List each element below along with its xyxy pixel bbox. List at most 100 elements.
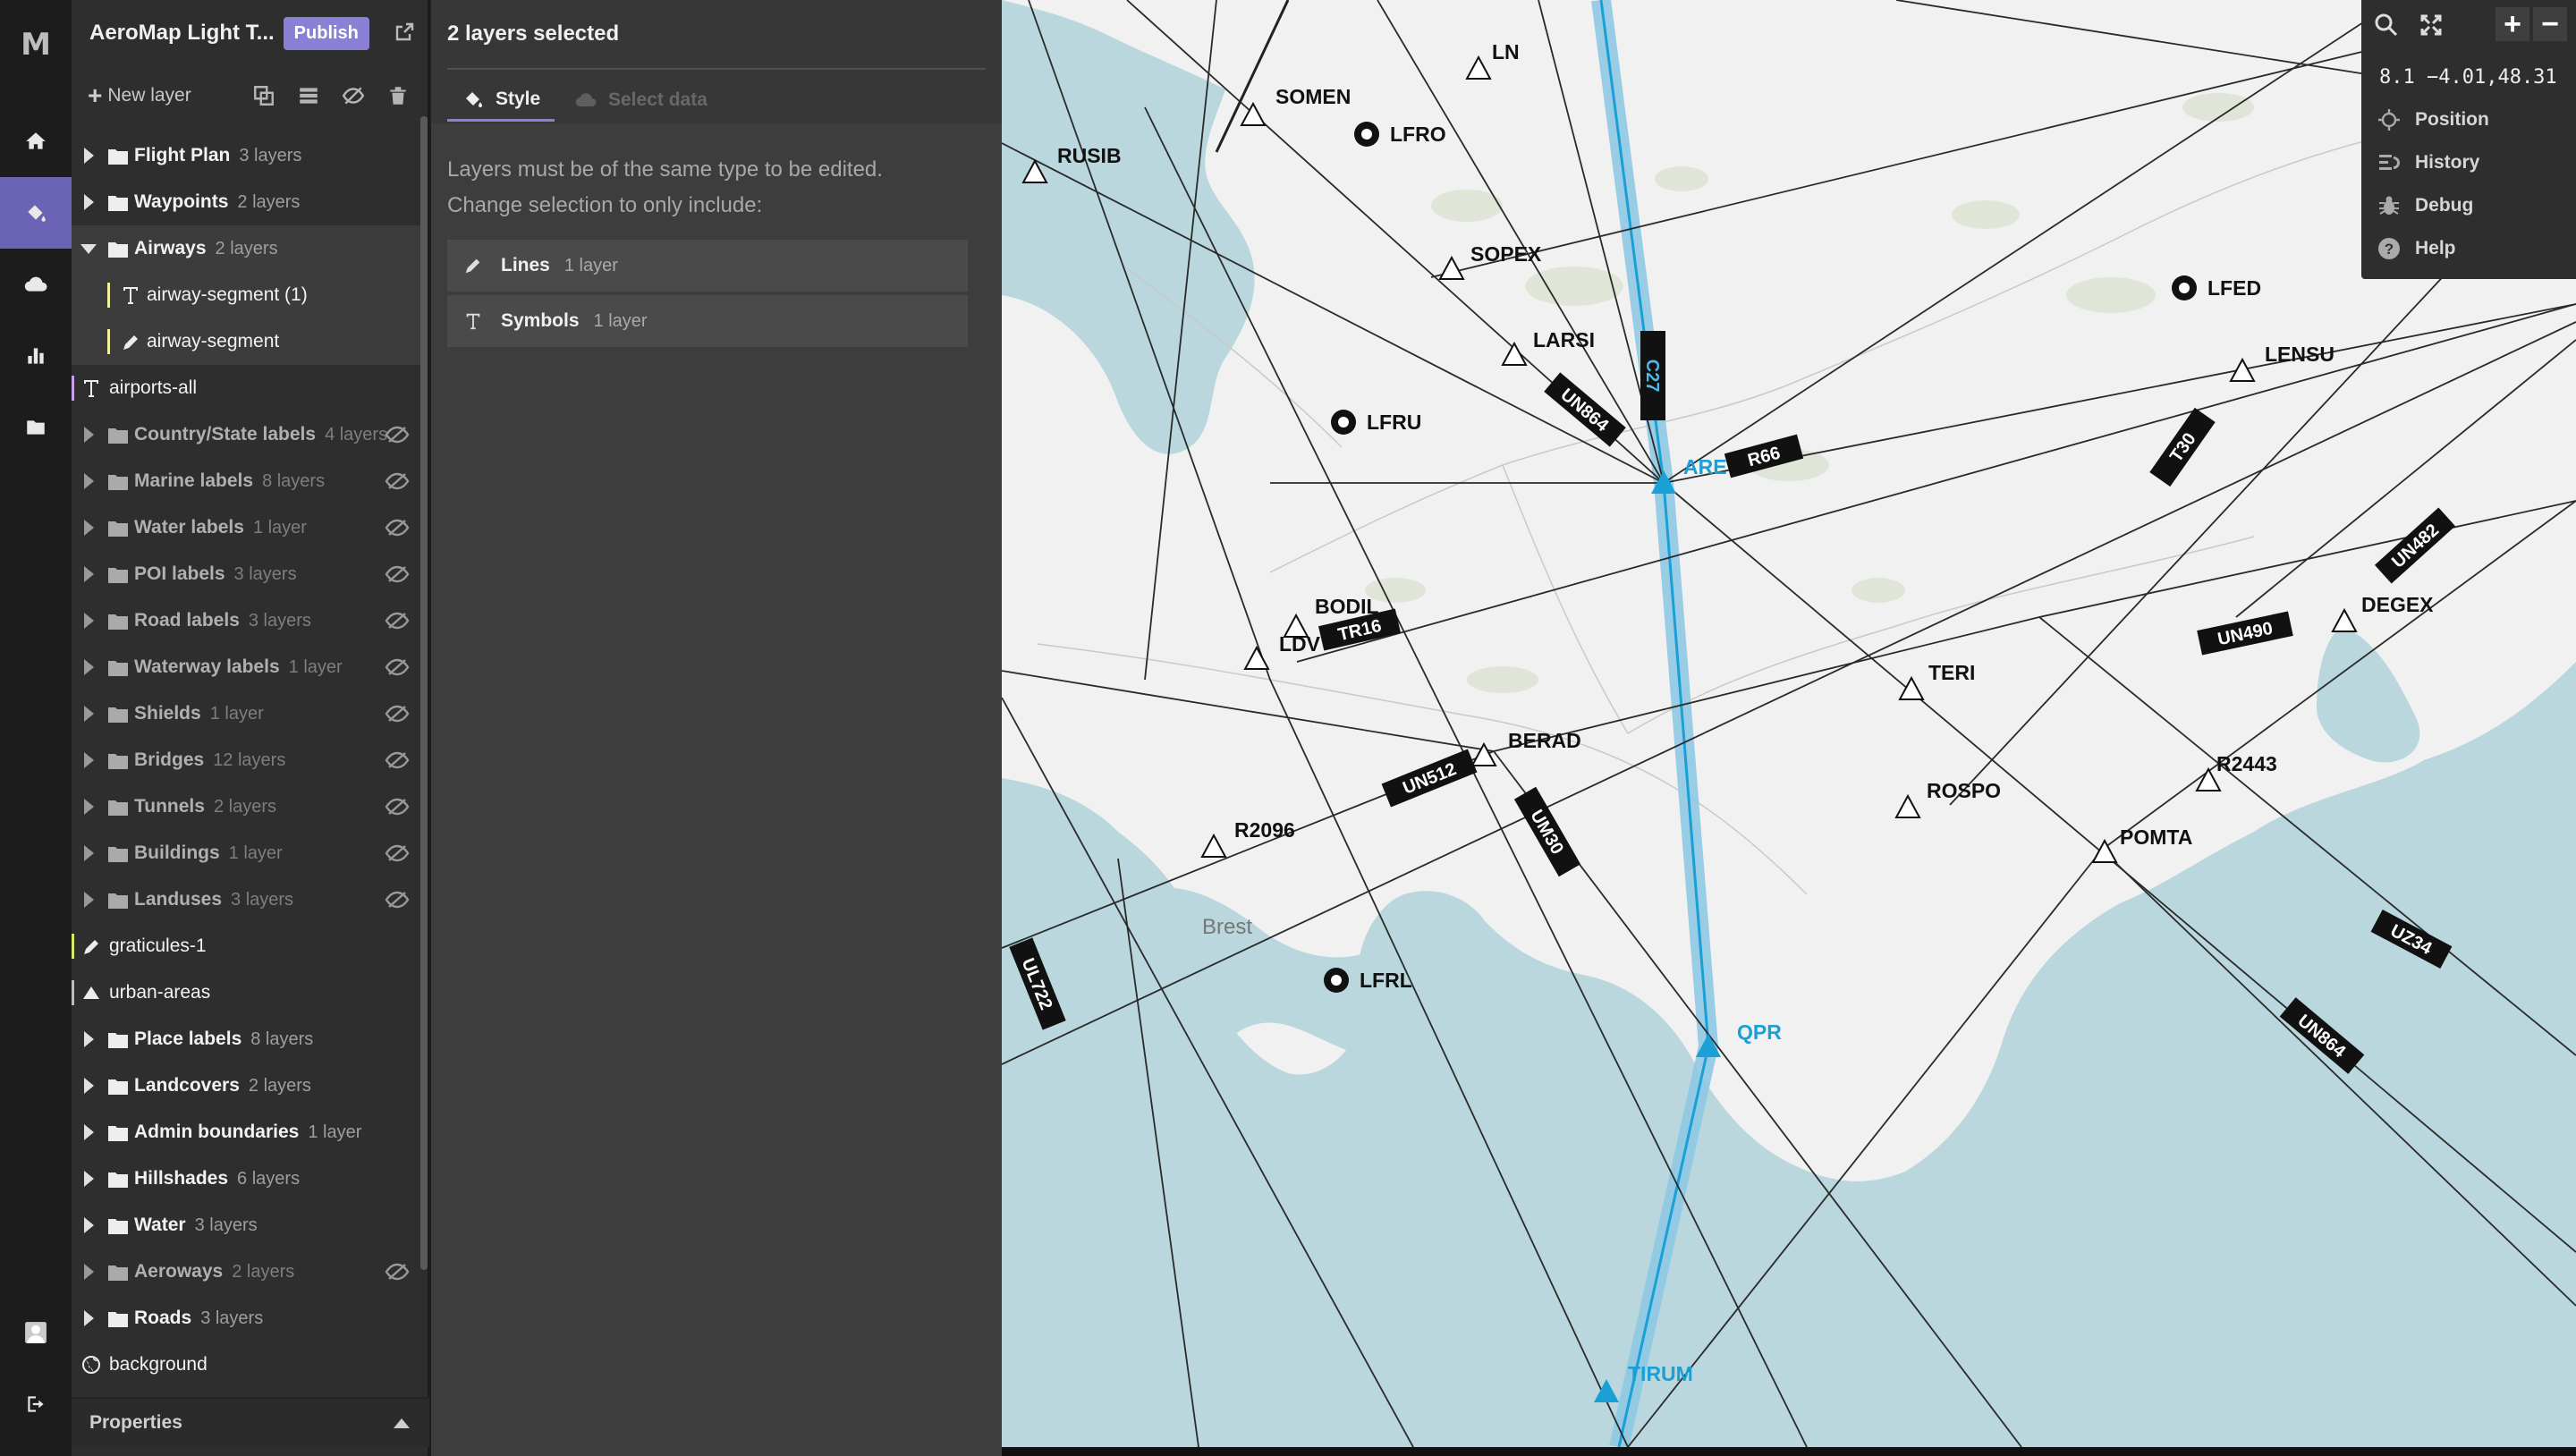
publish-button[interactable]: Publish bbox=[283, 16, 369, 50]
select-symbols-button[interactable]: Symbols 1 layer bbox=[447, 295, 968, 347]
layer-row-water[interactable]: Water 3 layers bbox=[72, 1202, 420, 1249]
layer-row-airports-all[interactable]: airports-all bbox=[72, 365, 420, 411]
layer-row-waterway-labels[interactable]: Waterway labels 1 layer bbox=[72, 644, 420, 690]
toggle-visibility-button[interactable] bbox=[342, 84, 365, 107]
visibility-toggle[interactable] bbox=[385, 751, 410, 769]
visibility-toggle[interactable] bbox=[385, 612, 410, 630]
layer-color-bar bbox=[72, 980, 74, 1005]
layer-row-waypoints[interactable]: Waypoints 2 layers bbox=[72, 179, 420, 225]
project-title[interactable]: AeroMap Light T... bbox=[89, 21, 275, 46]
visibility-toggle[interactable] bbox=[385, 798, 410, 816]
position-button[interactable]: Position bbox=[2377, 104, 2489, 136]
visibility-toggle[interactable] bbox=[385, 891, 410, 909]
group-layers-button[interactable] bbox=[297, 84, 320, 107]
visibility-toggle[interactable] bbox=[385, 658, 410, 676]
logout-button[interactable] bbox=[0, 1368, 72, 1440]
layer-row-admin-boundaries[interactable]: Admin boundaries 1 layer bbox=[72, 1109, 420, 1155]
chevron-right-icon[interactable] bbox=[84, 520, 94, 536]
layer-name: Water bbox=[134, 1215, 186, 1235]
duplicate-layer-button[interactable] bbox=[252, 84, 275, 107]
history-button[interactable]: History bbox=[2377, 147, 2479, 179]
layer-row-airway-segment[interactable]: airway-segment bbox=[72, 318, 420, 365]
chevron-right-icon[interactable] bbox=[84, 706, 94, 722]
tab-select-data[interactable]: Select data bbox=[574, 79, 708, 122]
chevron-right-icon[interactable] bbox=[84, 1171, 94, 1187]
tab-style[interactable]: Style bbox=[447, 79, 555, 122]
chevron-right-icon[interactable] bbox=[84, 1031, 94, 1047]
chevron-right-icon[interactable] bbox=[84, 1264, 94, 1280]
chevron-right-icon[interactable] bbox=[84, 1310, 94, 1326]
layer-row-water-labels[interactable]: Water labels 1 layer bbox=[72, 504, 420, 551]
open-external-button[interactable] bbox=[394, 21, 415, 43]
layer-row-roads[interactable]: Roads 3 layers bbox=[72, 1295, 420, 1342]
home-button[interactable] bbox=[0, 106, 72, 177]
layer-row-marine-labels[interactable]: Marine labels 8 layers bbox=[72, 458, 420, 504]
layer-row-road-labels[interactable]: Road labels 3 layers bbox=[72, 597, 420, 644]
layer-row-airways[interactable]: Airways 2 layers bbox=[72, 225, 420, 272]
layer-row-shields[interactable]: Shields 1 layer bbox=[72, 690, 420, 737]
visibility-toggle[interactable] bbox=[385, 1263, 410, 1281]
debug-button[interactable]: Debug bbox=[2377, 190, 2473, 222]
account-button[interactable] bbox=[0, 1297, 72, 1368]
zoom-out-button[interactable]: − bbox=[2533, 7, 2567, 41]
chevron-right-icon[interactable] bbox=[84, 1124, 94, 1140]
files-button[interactable] bbox=[0, 392, 72, 463]
layer-row-buildings[interactable]: Buildings 1 layer bbox=[72, 830, 420, 876]
visibility-toggle[interactable] bbox=[385, 519, 410, 537]
chevron-right-icon[interactable] bbox=[84, 1078, 94, 1094]
help-button[interactable]: ? Help bbox=[2377, 233, 2456, 265]
folder-icon-wrap bbox=[107, 241, 129, 258]
layer-row-place-labels[interactable]: Place labels 8 layers bbox=[72, 1016, 420, 1062]
layer-row-poi-labels[interactable]: POI labels 3 layers bbox=[72, 551, 420, 597]
visibility-toggle[interactable] bbox=[385, 426, 410, 444]
visibility-toggle[interactable] bbox=[385, 472, 410, 490]
layer-row-aeroways[interactable]: Aeroways 2 layers bbox=[72, 1249, 420, 1295]
layer-row-flight-plan[interactable]: Flight Plan 3 layers bbox=[72, 132, 420, 179]
layer-list-scrollbar[interactable] bbox=[420, 116, 428, 1270]
globe-icon bbox=[82, 1356, 100, 1374]
layer-row-tunnels[interactable]: Tunnels 2 layers bbox=[72, 783, 420, 830]
fullscreen-button[interactable] bbox=[2417, 11, 2445, 39]
layer-row-background[interactable]: background bbox=[72, 1342, 420, 1388]
layer-row-bridges[interactable]: Bridges 12 layers bbox=[72, 737, 420, 783]
layer-row-airway-segment-1[interactable]: airway-segment (1) bbox=[72, 272, 420, 318]
map-canvas[interactable]: C27 UN864 R66 T30 UN482 UN490 TR16 UN512… bbox=[1002, 0, 2576, 1447]
visibility-toggle[interactable] bbox=[385, 844, 410, 862]
chevron-right-icon[interactable] bbox=[84, 148, 94, 164]
app-rail: M bbox=[0, 0, 72, 1456]
layer-row-landuses[interactable]: Landuses 3 layers bbox=[72, 876, 420, 923]
search-button[interactable] bbox=[2372, 11, 2401, 39]
layer-row-landcovers[interactable]: Landcovers 2 layers bbox=[72, 1062, 420, 1109]
visibility-toggle[interactable] bbox=[385, 565, 410, 583]
stats-button[interactable] bbox=[0, 320, 72, 392]
select-lines-button[interactable]: Lines 1 layer bbox=[447, 240, 968, 292]
chevron-right-icon[interactable] bbox=[84, 659, 94, 675]
layer-name: airway-segment (1) bbox=[147, 284, 308, 305]
chevron-right-icon[interactable] bbox=[84, 566, 94, 582]
chevron-right-icon[interactable] bbox=[84, 194, 94, 210]
chevron-down-icon[interactable] bbox=[80, 243, 97, 254]
layer-label-group: Water labels 1 layer bbox=[134, 517, 307, 538]
folder-icon bbox=[108, 521, 128, 537]
chevron-right-icon[interactable] bbox=[84, 799, 94, 815]
properties-bar[interactable]: Properties bbox=[72, 1397, 429, 1447]
app-logo[interactable]: M bbox=[0, 27, 72, 63]
layer-row-country-state-labels[interactable]: Country/State labels 4 layers bbox=[72, 411, 420, 458]
chevron-right-icon[interactable] bbox=[84, 613, 94, 629]
data-sources-button[interactable] bbox=[0, 249, 72, 320]
zoom-in-button[interactable]: + bbox=[2496, 7, 2529, 41]
style-button[interactable] bbox=[0, 177, 72, 249]
delete-layer-button[interactable] bbox=[386, 84, 410, 107]
layer-name: Admin boundaries bbox=[134, 1122, 300, 1142]
layer-row-graticules-1[interactable]: graticules-1 bbox=[72, 923, 420, 969]
chevron-right-icon[interactable] bbox=[84, 1217, 94, 1233]
chevron-right-icon[interactable] bbox=[84, 845, 94, 861]
new-layer-button[interactable]: + New layer bbox=[88, 81, 191, 110]
chevron-right-icon[interactable] bbox=[84, 473, 94, 489]
visibility-toggle[interactable] bbox=[385, 705, 410, 723]
chevron-right-icon[interactable] bbox=[84, 427, 94, 443]
chevron-right-icon[interactable] bbox=[84, 752, 94, 768]
layer-row-hillshades[interactable]: Hillshades 6 layers bbox=[72, 1155, 420, 1202]
layer-row-urban-areas[interactable]: urban-areas bbox=[72, 969, 420, 1016]
chevron-right-icon[interactable] bbox=[84, 892, 94, 908]
